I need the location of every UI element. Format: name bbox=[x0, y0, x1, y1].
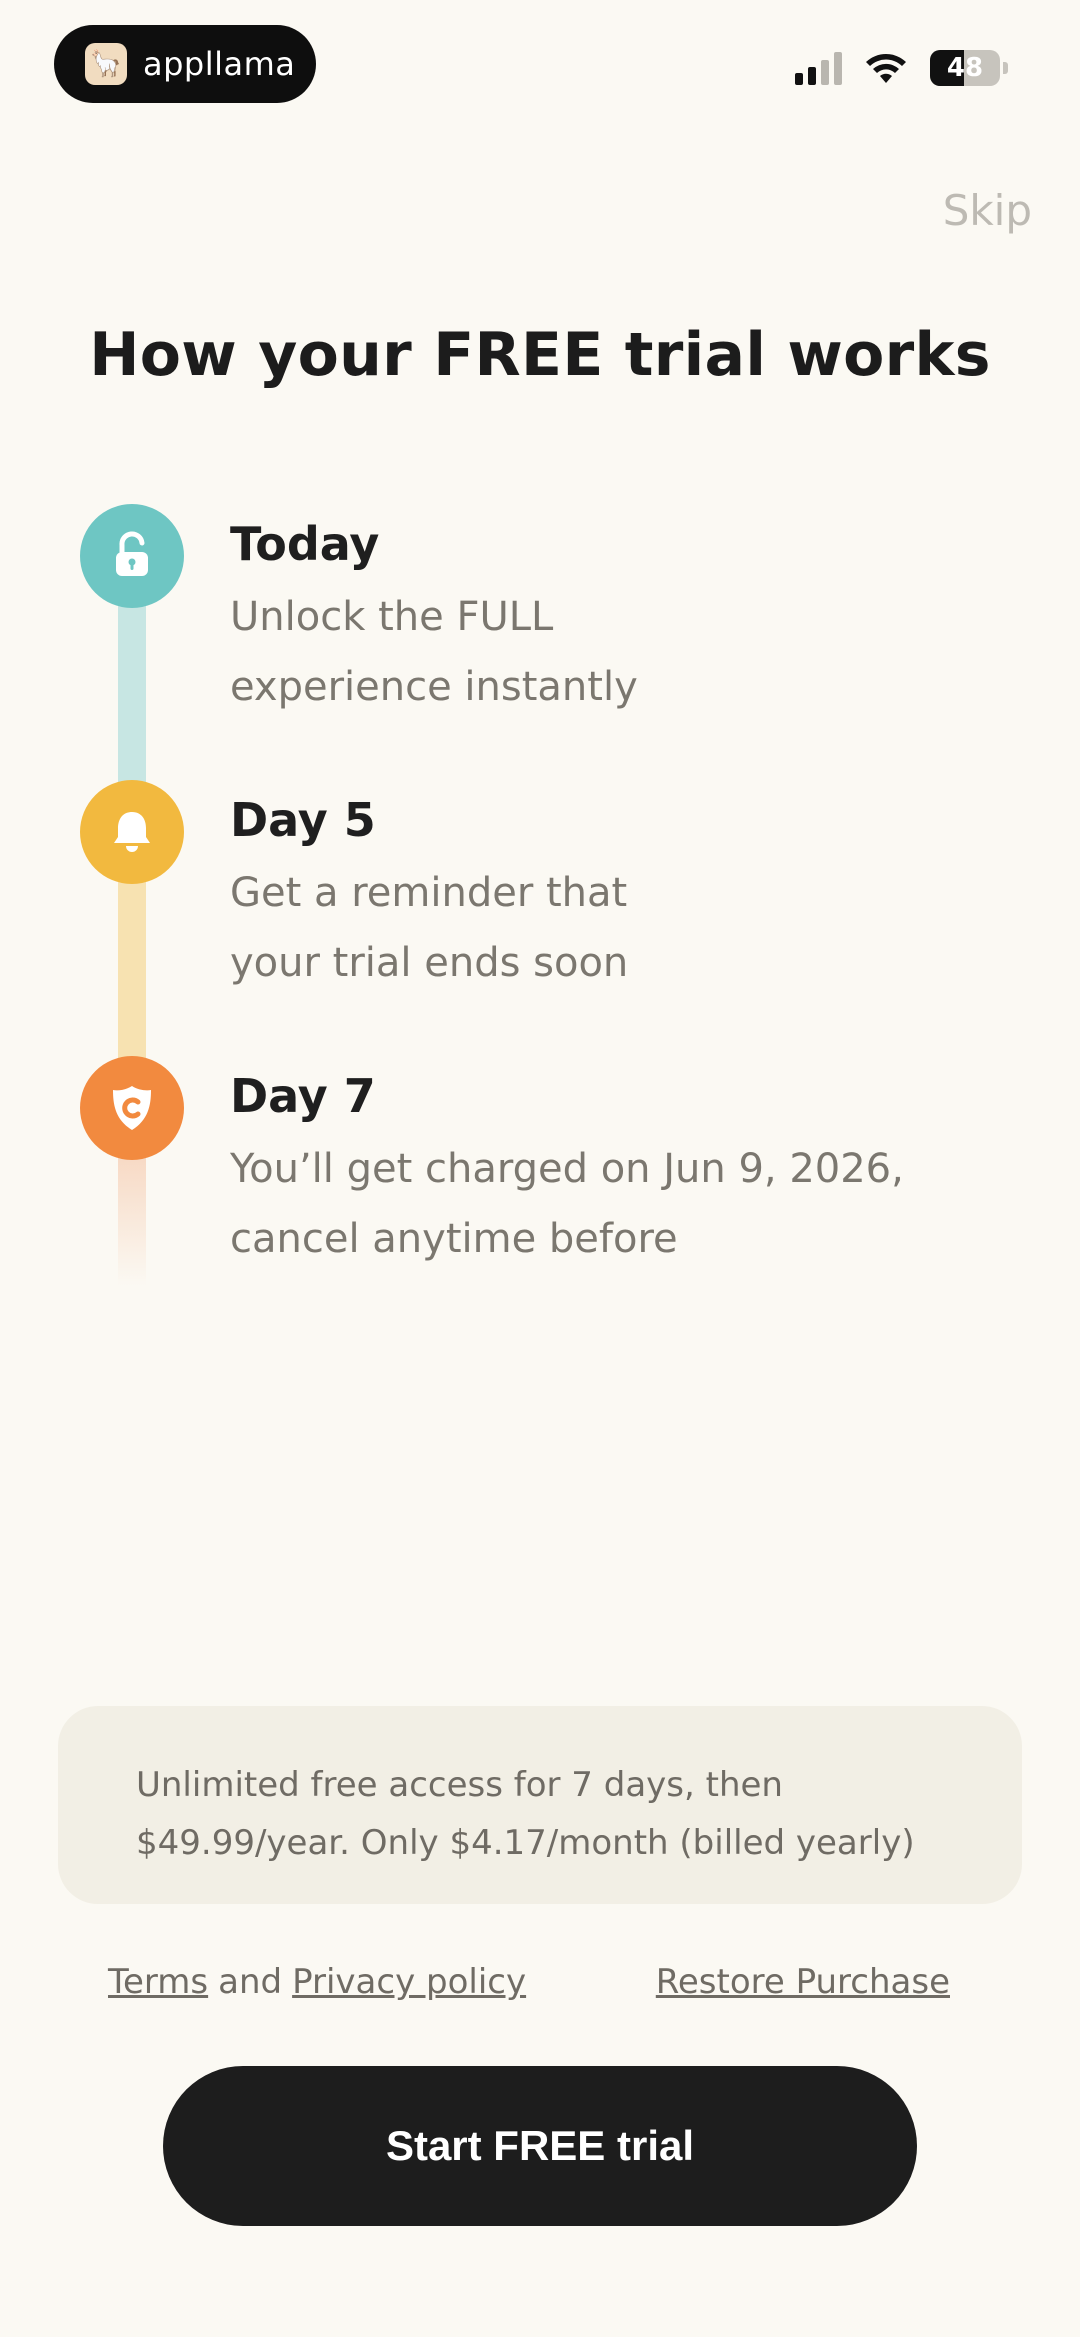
timeline-rail-day5 bbox=[118, 880, 146, 1060]
status-icons: 48 bbox=[795, 50, 1008, 86]
step-title: Day 5 bbox=[230, 793, 376, 847]
cellular-signal-icon bbox=[795, 51, 842, 85]
privacy-policy-link[interactable]: Privacy policy bbox=[292, 1962, 526, 2002]
links-separator: and bbox=[218, 1962, 283, 2002]
timeline-rail-today bbox=[118, 604, 146, 784]
timeline-step-day7: Day 7 You’ll get charged on Jun 9, 2026,… bbox=[230, 1068, 1010, 1274]
step-desc-line: cancel anytime before bbox=[230, 1216, 678, 1262]
step-desc-line: Unlock the FULL bbox=[230, 594, 554, 640]
unlock-icon bbox=[80, 504, 184, 608]
app-indicator-pill[interactable]: 🦙 appllama bbox=[54, 25, 316, 103]
restore-purchase-link[interactable]: Restore Purchase bbox=[656, 1962, 950, 2002]
bell-icon bbox=[80, 780, 184, 884]
step-title: Today bbox=[230, 517, 380, 571]
step-description: Get a reminder that your trial ends soon bbox=[230, 858, 1010, 998]
pricing-line: Unlimited free access for 7 days, then bbox=[136, 1765, 783, 1805]
timeline-step-today: Today Unlock the FULL experience instant… bbox=[230, 516, 1010, 722]
trial-timeline: Today Unlock the FULL experience instant… bbox=[80, 504, 1020, 1304]
llama-icon: 🦙 bbox=[85, 43, 127, 85]
pricing-line: $49.99/year. Only $4.17/month (billed ye… bbox=[136, 1823, 915, 1863]
battery-nub bbox=[1003, 62, 1008, 74]
charge-shield-icon bbox=[80, 1056, 184, 1160]
battery-icon: 48 bbox=[930, 50, 1000, 86]
step-description: Unlock the FULL experience instantly bbox=[230, 582, 1010, 722]
step-description: You’ll get charged on Jun 9, 2026, cance… bbox=[230, 1134, 1010, 1274]
battery-level: 48 bbox=[946, 53, 984, 83]
page-title: How your FREE trial works bbox=[89, 320, 991, 390]
wifi-icon bbox=[866, 54, 906, 83]
pricing-info-box: Unlimited free access for 7 days, then $… bbox=[58, 1706, 1022, 1904]
start-free-trial-button[interactable]: Start FREE trial bbox=[163, 2066, 917, 2226]
step-title: Day 7 bbox=[230, 1069, 376, 1123]
skip-button[interactable]: Skip bbox=[943, 186, 1032, 235]
legal-links: Terms and Privacy policy bbox=[108, 1962, 526, 2002]
timeline-rail-day7 bbox=[118, 1156, 146, 1286]
pricing-text: Unlimited free access for 7 days, then $… bbox=[136, 1756, 958, 1872]
app-name: appllama bbox=[143, 45, 296, 83]
step-desc-line: You’ll get charged on Jun 9, 2026, bbox=[230, 1146, 904, 1192]
timeline-step-day5: Day 5 Get a reminder that your trial end… bbox=[230, 792, 1010, 998]
terms-link[interactable]: Terms bbox=[108, 1962, 208, 2002]
step-desc-line: Get a reminder that bbox=[230, 870, 628, 916]
step-desc-line: your trial ends soon bbox=[230, 940, 629, 986]
step-desc-line: experience instantly bbox=[230, 664, 638, 710]
